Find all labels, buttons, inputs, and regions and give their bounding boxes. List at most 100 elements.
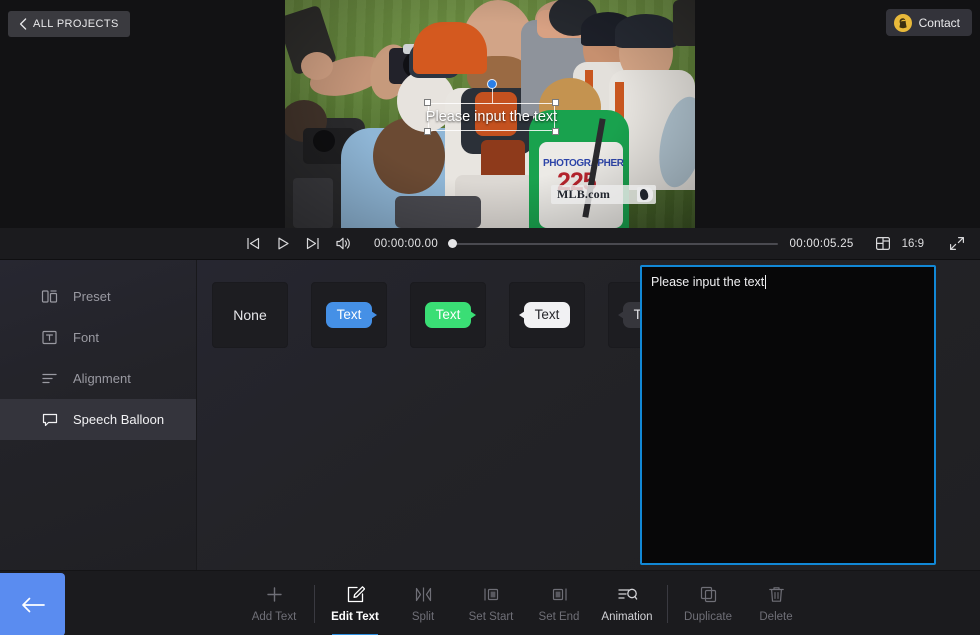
volume-icon[interactable] xyxy=(334,235,352,253)
preset-tile-none[interactable]: None xyxy=(212,282,288,348)
bottom-toolbar: Add Text Edit Text Split Set Start Set E… xyxy=(0,570,980,635)
video-editor-window: ALL PROJECTS Contact PHOTOGRAPHER 225 ML… xyxy=(0,0,980,635)
video-preview[interactable]: PHOTOGRAPHER 225 MLB.com Please input th… xyxy=(285,0,695,228)
scene-shape xyxy=(313,130,335,152)
tool-delete[interactable]: Delete xyxy=(742,571,810,635)
speech-balloon-icon xyxy=(40,410,59,429)
all-projects-button[interactable]: ALL PROJECTS xyxy=(8,11,130,37)
balloon-swatch: Text xyxy=(424,302,477,328)
balloon-tail xyxy=(371,311,378,319)
balloon-tail xyxy=(470,311,477,319)
animation-icon xyxy=(617,584,638,604)
contact-label: Contact xyxy=(918,15,960,30)
chevron-left-icon xyxy=(19,18,27,30)
balloon-tail xyxy=(617,311,624,319)
text-input-area[interactable]: Please input the text xyxy=(640,265,936,565)
plus-icon xyxy=(265,584,284,604)
skip-previous-icon[interactable] xyxy=(244,235,262,253)
fullscreen-icon[interactable] xyxy=(948,235,966,253)
tool-label: Animation xyxy=(601,611,653,623)
sidebar-item-alignment[interactable]: Alignment xyxy=(0,358,196,399)
trash-icon xyxy=(767,584,786,604)
preset-tile-green-balloon[interactable]: Text xyxy=(410,282,486,348)
preset-tile-blue-balloon[interactable]: Text xyxy=(311,282,387,348)
toolbar-separator xyxy=(314,584,315,623)
text-input-value: Please input the text xyxy=(651,275,765,289)
player-right-controls: 00:00:05.25 16:9 xyxy=(790,235,966,253)
split-icon xyxy=(414,584,433,604)
mlb-watermark: MLB.com xyxy=(551,185,656,204)
mlb-watermark-label: MLB.com xyxy=(557,187,611,201)
text-caret xyxy=(765,275,767,289)
preset-label: Text xyxy=(435,307,461,323)
duplicate-icon xyxy=(699,584,718,604)
play-icon[interactable] xyxy=(274,235,292,253)
back-button[interactable] xyxy=(0,573,65,635)
preset-icon xyxy=(40,287,59,306)
toolbar-tools: Add Text Edit Text Split Set Start Set E… xyxy=(240,571,810,635)
sidebar-item-font[interactable]: Font xyxy=(0,317,196,358)
preset-label: Text xyxy=(336,307,362,323)
scene-shape xyxy=(293,178,333,228)
text-input-line: Please input the text xyxy=(651,275,925,289)
aspect-ratio-label: 16:9 xyxy=(901,237,924,250)
set-start-icon xyxy=(482,584,501,604)
resize-handle-top-right[interactable] xyxy=(552,99,559,106)
tool-label: Edit Text xyxy=(331,611,379,623)
sidebar-item-preset[interactable]: Preset xyxy=(0,276,196,317)
resize-handle-top-left[interactable] xyxy=(424,99,431,106)
resize-handle-bottom-right[interactable] xyxy=(552,128,559,135)
text-overlay-selection[interactable]: Please input the text xyxy=(424,79,559,135)
tool-set-start[interactable]: Set Start xyxy=(457,571,525,635)
sidebar-item-label: Speech Balloon xyxy=(73,412,165,427)
rotate-handle[interactable] xyxy=(486,79,497,89)
current-timecode: 00:00:00.00 xyxy=(374,237,439,250)
balloon-tail xyxy=(518,311,525,319)
scrubber-track[interactable] xyxy=(448,242,778,245)
tool-split[interactable]: Split xyxy=(389,571,457,635)
scene-shape xyxy=(301,52,333,80)
skip-next-icon[interactable] xyxy=(304,235,322,253)
scene-shape xyxy=(413,22,487,74)
tool-duplicate[interactable]: Duplicate xyxy=(674,571,742,635)
text-properties-sidebar: Preset Font Alignment Speech Balloon xyxy=(0,260,197,570)
edit-pencil-icon xyxy=(346,584,365,604)
contact-button[interactable]: Contact xyxy=(885,9,972,36)
tool-animation[interactable]: Animation xyxy=(593,571,661,635)
font-icon xyxy=(40,328,59,347)
sidebar-item-label: Preset xyxy=(73,289,111,304)
all-projects-label: ALL PROJECTS xyxy=(33,18,119,30)
scrubber-handle[interactable] xyxy=(448,239,458,248)
scene-shape xyxy=(395,196,481,228)
preview-area: ALL PROJECTS Contact PHOTOGRAPHER 225 ML… xyxy=(0,0,980,228)
arrow-left-icon xyxy=(20,596,46,614)
alignment-icon xyxy=(40,369,59,388)
tool-label: Delete xyxy=(759,611,793,623)
preset-tile-white-balloon[interactable]: Text xyxy=(509,282,585,348)
tool-set-end[interactable]: Set End xyxy=(525,571,593,635)
tool-label: Set End xyxy=(538,611,580,623)
tool-add-text[interactable]: Add Text xyxy=(240,571,308,635)
transport-controls xyxy=(244,235,352,253)
toolbar-separator xyxy=(667,584,668,623)
preset-label: None xyxy=(233,307,267,323)
scene-shape xyxy=(673,0,695,46)
scene-shape xyxy=(615,14,677,48)
player-control-bar: 00:00:00.00 00:00:05.25 16:9 xyxy=(0,228,980,260)
sidebar-item-speech-balloon[interactable]: Speech Balloon xyxy=(0,399,196,440)
user-avatar-icon xyxy=(893,13,912,32)
tool-label: Add Text xyxy=(251,611,297,623)
tool-edit-text[interactable]: Edit Text xyxy=(321,571,389,635)
mlb-logo-icon xyxy=(637,187,653,202)
sidebar-item-label: Font xyxy=(73,330,100,345)
resize-handle-bottom-left[interactable] xyxy=(424,128,431,135)
preset-label: Text xyxy=(534,307,560,323)
timeline-scrubber[interactable] xyxy=(448,235,778,253)
set-end-icon xyxy=(550,584,569,604)
tool-label: Set Start xyxy=(468,611,514,623)
duration-timecode: 00:00:05.25 xyxy=(789,237,854,250)
aspect-ratio-icon[interactable] xyxy=(874,235,892,253)
overlay-text: Please input the text xyxy=(425,109,558,125)
tool-label: Duplicate xyxy=(684,611,732,623)
balloon-swatch: Text xyxy=(325,302,378,328)
